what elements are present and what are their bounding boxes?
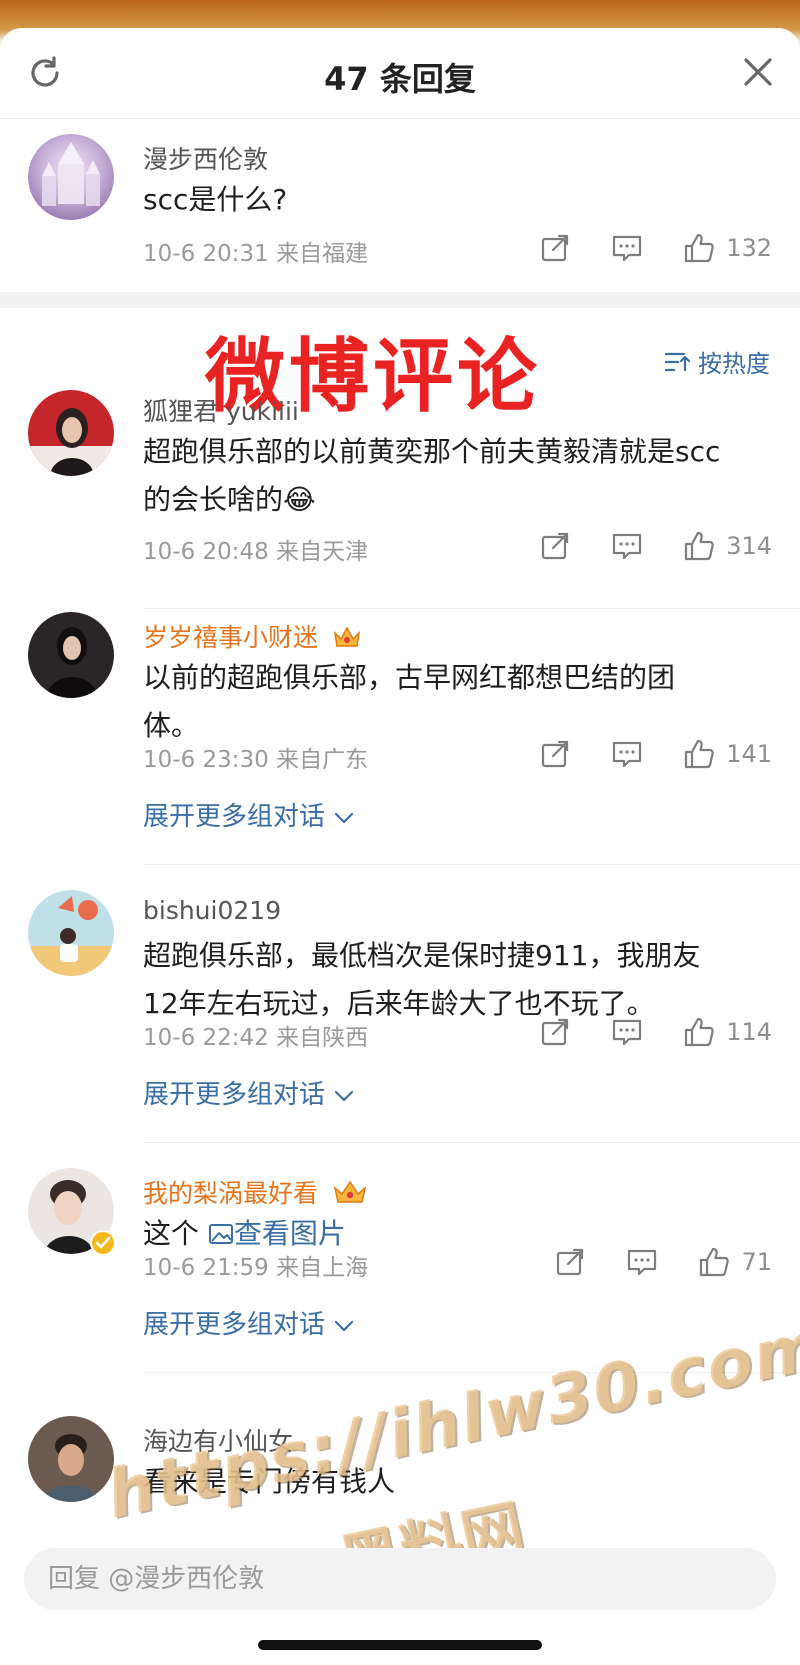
like-count: 141 (726, 740, 772, 768)
avatar[interactable] (28, 612, 114, 698)
comment-actions: 71 (515, 1242, 772, 1282)
comment-icon[interactable] (610, 231, 644, 265)
avatar[interactable] (28, 1168, 116, 1256)
sort-label: 按热度 (698, 350, 770, 378)
reply-input[interactable]: 回复 @漫步西伦敦 (24, 1548, 776, 1610)
chevron-down-icon (335, 1320, 354, 1332)
image-icon (208, 1224, 233, 1244)
comment-author[interactable]: 狐狸君 yukiiii (143, 392, 299, 428)
chevron-down-icon (335, 1090, 354, 1102)
vip-crown-icon (333, 1180, 367, 1203)
like-icon[interactable] (682, 737, 716, 771)
avatar-illustration-image (28, 896, 114, 976)
comment-meta: 10-6 20:31 来自福建 (143, 241, 369, 267)
close-icon[interactable] (740, 54, 776, 90)
divider (143, 608, 800, 609)
comment-actions: 132 (500, 228, 772, 268)
section-separator (0, 292, 800, 308)
page-title: 47 条回复 (324, 60, 476, 98)
home-indicator[interactable] (258, 1640, 542, 1650)
comment-author[interactable]: 海边有小仙女 (143, 1422, 293, 1458)
comment-meta: 10-6 21:59 来自上海 (143, 1255, 369, 1281)
avatar[interactable] (28, 1416, 114, 1502)
view-image-link[interactable]: 查看图片 (208, 1217, 346, 1250)
expand-conversation-link[interactable]: 展开更多组对话 (143, 796, 355, 833)
divider (143, 1142, 800, 1143)
like-icon[interactable] (682, 529, 716, 563)
share-icon[interactable] (538, 231, 572, 265)
share-icon[interactable] (538, 529, 572, 563)
comment-actions: 314 (500, 526, 772, 566)
comment-text: scc是什么? (143, 183, 288, 216)
share-icon[interactable] (538, 737, 572, 771)
sort-icon (664, 352, 690, 371)
vip-crown-icon (333, 626, 361, 647)
avatar[interactable] (28, 134, 114, 220)
comment-author[interactable]: 我的梨涡最好看 (143, 1174, 368, 1210)
expand-label: 展开更多组对话 (143, 802, 326, 832)
comment-text-body: 超跑俱乐部的以前黄奕那个前夫黄毅清就是scc的会长啥的 (143, 435, 721, 516)
like-icon[interactable] (697, 1245, 731, 1279)
avatar[interactable] (28, 890, 114, 976)
expand-conversation-link[interactable]: 展开更多组对话 (143, 1304, 355, 1341)
comment-icon[interactable] (625, 1245, 659, 1279)
avatar-woman-image (28, 408, 114, 476)
comment-meta: 10-6 23:30 来自广东 (143, 747, 369, 773)
like-icon[interactable] (682, 231, 716, 265)
avatar-man-image (42, 1434, 100, 1502)
like-count: 132 (726, 234, 772, 262)
like-count: 314 (726, 532, 772, 560)
like-count: 114 (726, 1018, 772, 1046)
comment-meta: 10-6 22:42 来自陕西 (143, 1025, 369, 1051)
avatar-castle-image (42, 142, 100, 206)
author-name: 岁岁禧事小财迷 (143, 623, 319, 652)
divider (143, 1372, 800, 1373)
sort-button[interactable]: 按热度 (664, 344, 770, 379)
chevron-down-icon (335, 812, 354, 824)
verified-badge-icon (90, 1230, 116, 1256)
comment-actions: 114 (500, 1012, 772, 1052)
divider (143, 864, 800, 865)
expand-label: 展开更多组对话 (143, 1080, 326, 1110)
share-icon[interactable] (553, 1245, 587, 1279)
avatar[interactable] (28, 390, 114, 476)
comment-author[interactable]: 岁岁禧事小财迷 (143, 618, 362, 654)
comment-icon[interactable] (610, 737, 644, 771)
comment-text: 看来是专门傍有钱人 (143, 1465, 396, 1498)
sheet-header: 47 条回复 (0, 28, 800, 119)
expand-conversation-link[interactable]: 展开更多组对话 (143, 1074, 355, 1111)
replies-sheet: 47 条回复 漫步西伦敦 scc是什么? 10-6 20:31 来自福建 132 (0, 28, 800, 1665)
share-icon[interactable] (538, 1015, 572, 1049)
view-image-label: 查看图片 (233, 1217, 346, 1250)
expand-label: 展开更多组对话 (143, 1310, 326, 1340)
author-name: 我的梨涡最好看 (143, 1179, 319, 1208)
like-count: 71 (741, 1248, 772, 1276)
comment-icon[interactable] (610, 529, 644, 563)
laughing-emoji: 😂 (283, 483, 316, 516)
comment-text: 超跑俱乐部的以前黄奕那个前夫黄毅清就是scc的会长啥的😂 (143, 428, 740, 524)
like-icon[interactable] (682, 1015, 716, 1049)
comment-author[interactable]: 漫步西伦敦 (143, 140, 268, 176)
comment-meta: 10-6 20:48 来自天津 (143, 539, 369, 565)
comment-actions: 141 (500, 734, 772, 774)
avatar-woman-image (46, 627, 98, 698)
comment-author[interactable]: bishui0219 (143, 896, 281, 925)
comment-text-body: 这个 (143, 1217, 200, 1250)
comment-icon[interactable] (610, 1015, 644, 1049)
